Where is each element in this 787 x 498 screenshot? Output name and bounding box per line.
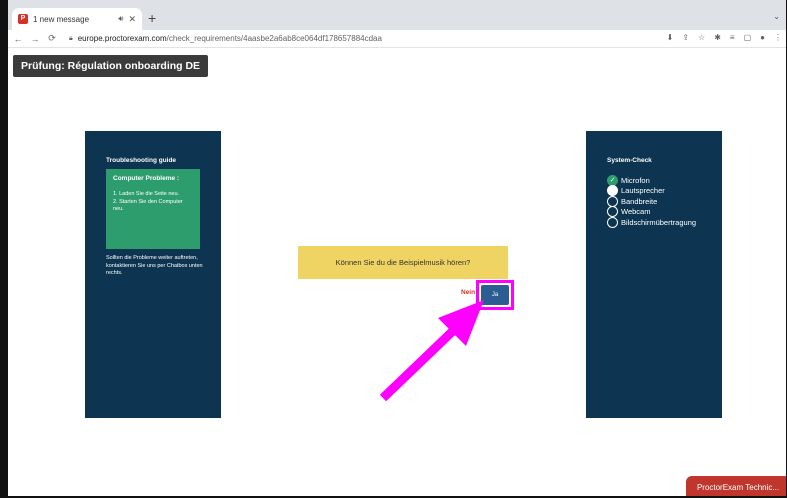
bookmark-star-icon[interactable]: ☆ — [698, 33, 705, 42]
browser-window: P 1 new message 🔊︎ ✕ + ⌄ ← → ⟳ 🔒︎ europe… — [0, 0, 787, 498]
tab-strip: P 1 new message 🔊︎ ✕ + ⌄ — [8, 0, 786, 30]
tab-title: 1 new message — [33, 14, 90, 24]
more-menu-icon[interactable]: ⋮ — [774, 33, 782, 42]
close-tab-icon[interactable]: ✕ — [128, 14, 136, 25]
proctorexam-favicon-icon: P — [18, 14, 28, 24]
browser-tab[interactable]: P 1 new message 🔊︎ ✕ — [12, 8, 142, 30]
profile-avatar-icon[interactable]: ● — [760, 33, 765, 42]
download-icon[interactable]: ⬇ — [667, 33, 674, 42]
tab-search-chevron-icon[interactable]: ⌄ — [773, 12, 780, 21]
reload-icon[interactable]: ⟳ — [45, 33, 59, 44]
url-path: /check_requirements/4aasbe2a6ab8ce064df1… — [166, 34, 382, 43]
extensions-puzzle-icon[interactable]: ✱ — [714, 33, 721, 42]
page-content: Prüfung: Régulation onboarding DE Troubl… — [8, 48, 786, 496]
address-bar[interactable]: europe.proctorexam.com/check_requirement… — [78, 34, 382, 43]
url-host: europe.proctorexam.com — [77, 34, 167, 43]
forward-arrow-icon[interactable]: → — [28, 34, 42, 44]
side-panel-icon[interactable]: ▢ — [744, 33, 752, 42]
back-arrow-icon[interactable]: ← — [11, 34, 25, 44]
media-queue-icon[interactable]: ≡ — [730, 33, 735, 42]
pointer-arrow-icon — [379, 300, 484, 402]
speaker-icon[interactable]: 🔊︎ — [118, 14, 123, 24]
new-tab-button[interactable]: + — [148, 10, 156, 26]
lock-icon[interactable]: 🔒︎ — [69, 35, 73, 43]
support-chat-button[interactable]: ProctorExam Technic... — [686, 476, 786, 496]
share-icon[interactable]: ⇪ — [682, 33, 689, 42]
toolbar-icons: ⬇ ⇪ ☆ ✱ ≡ ▢ ● ⋮ — [667, 33, 782, 42]
browser-toolbar: ← → ⟳ 🔒︎ europe.proctorexam.com/check_re… — [8, 30, 786, 48]
